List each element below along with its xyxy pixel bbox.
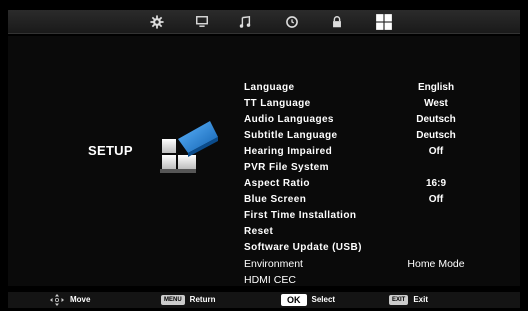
exit-label: Exit (413, 295, 429, 304)
menu-item-hdmi-cec[interactable]: HDMI CEC (244, 272, 474, 288)
menu-item-value: Off (428, 146, 444, 157)
menu-key: MENU (161, 295, 185, 305)
menu-item-label: TT Language (244, 98, 311, 109)
menu-item-reset[interactable]: Reset (244, 224, 474, 240)
menu-item-value: Off (428, 194, 444, 205)
menu-item-hearing-impaired[interactable]: Hearing Impaired Off (244, 144, 474, 160)
menu-item-blue-screen[interactable]: Blue Screen Off (244, 192, 474, 208)
menu-item-pvr-file-system[interactable]: PVR File System (244, 160, 474, 176)
lock-icon[interactable] (326, 11, 348, 33)
menu-item-value: 16:9 (425, 178, 446, 189)
move-hint: Move (50, 292, 90, 308)
menu-item-label: Environment (244, 258, 303, 270)
exit-key: EXIT (389, 295, 409, 305)
menu-item-audio-languages[interactable]: Audio Languages Deutsch (244, 112, 474, 128)
gear-icon[interactable] (146, 11, 168, 33)
setup-logo-icon (160, 121, 218, 173)
menu-item-environment[interactable]: Environment Home Mode (244, 256, 474, 272)
menu-item-value: Home Mode (407, 258, 465, 270)
menu-item-value: Deutsch (416, 130, 456, 141)
move-label: Move (70, 295, 91, 304)
menu-item-software-update[interactable]: Software Update (USB) (244, 240, 474, 256)
menu-item-label: Reset (244, 226, 274, 237)
menu-item-value: Deutsch (416, 114, 456, 125)
menu-category-bar (8, 10, 520, 34)
menu-item-label: Hearing Impaired (244, 146, 333, 157)
setup-menu-list: Language English TT Language West Audio … (244, 80, 474, 288)
menu-item-value: English (417, 82, 455, 93)
return-label: Return (189, 295, 216, 304)
clock-icon[interactable] (281, 11, 303, 33)
menu-item-label: Subtitle Language (244, 130, 338, 141)
music-note-icon[interactable] (234, 11, 256, 33)
menu-item-label: Language (244, 82, 295, 93)
setup-grid-icon[interactable] (372, 10, 396, 34)
exit-hint: EXIT Exit (389, 292, 428, 308)
menu-item-first-time-installation[interactable]: First Time Installation (244, 208, 474, 224)
page-title: SETUP (88, 143, 133, 158)
ok-key: OK (281, 294, 307, 306)
menu-item-language[interactable]: Language English (244, 80, 474, 96)
menu-item-label: Blue Screen (244, 194, 307, 205)
tv-osd-screen: SETUP Language English TT Language West (0, 0, 528, 311)
menu-item-label: Aspect Ratio (244, 178, 310, 189)
return-hint: MENU Return (161, 292, 215, 308)
menu-item-label: PVR File System (244, 162, 329, 173)
monitor-icon[interactable] (191, 11, 213, 33)
dpad-arrows-icon (50, 294, 64, 306)
menu-item-label: Software Update (USB) (244, 242, 362, 253)
menu-item-tt-language[interactable]: TT Language West (244, 96, 474, 112)
menu-item-label: Audio Languages (244, 114, 334, 125)
select-hint: OK Select (281, 292, 335, 308)
key-hint-bar: Move MENU Return OK Select EXIT Exit (8, 292, 520, 308)
menu-item-label: First Time Installation (244, 210, 357, 221)
menu-item-subtitle-language[interactable]: Subtitle Language Deutsch (244, 128, 474, 144)
select-label: Select (311, 295, 336, 304)
menu-item-aspect-ratio[interactable]: Aspect Ratio 16:9 (244, 176, 474, 192)
menu-item-label: HDMI CEC (244, 274, 296, 286)
menu-item-value: West (424, 98, 448, 109)
